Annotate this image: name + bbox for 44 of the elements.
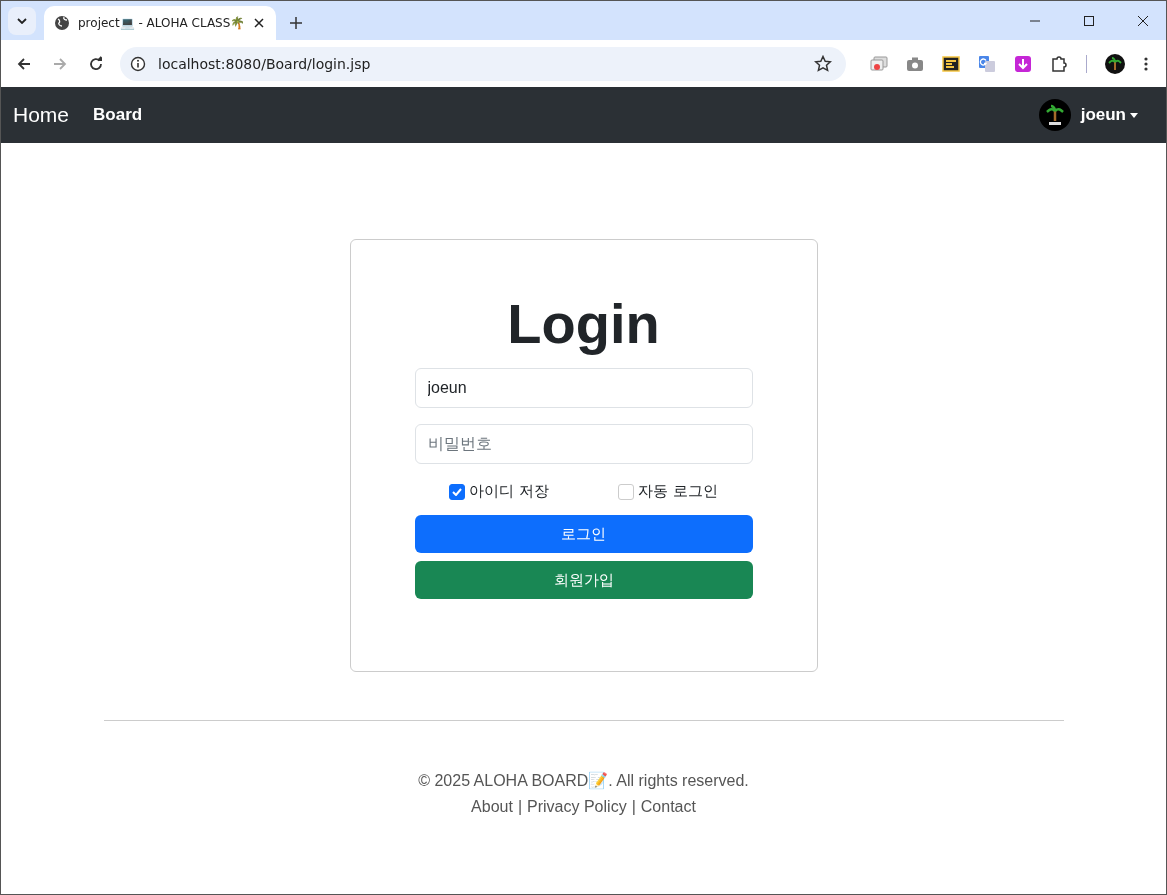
footer-link[interactable]: Contact bbox=[640, 798, 696, 816]
tab-search-button[interactable] bbox=[8, 7, 36, 35]
camera-icon[interactable] bbox=[906, 55, 924, 72]
copyright-text: © 2025 ALOHA BOARD📝. All rights reserved. bbox=[418, 771, 749, 790]
nav-link[interactable]: Board bbox=[93, 105, 143, 125]
address-bar[interactable]: localhost:8080/Board/login.jsp bbox=[120, 46, 846, 81]
info-icon[interactable] bbox=[130, 55, 146, 72]
tab-title: project💻 - ALOHA CLASS🌴 bbox=[78, 16, 246, 30]
maximize-icon[interactable] bbox=[1083, 15, 1095, 27]
footer-link[interactable]: About bbox=[471, 798, 513, 816]
notes-icon[interactable] bbox=[942, 55, 960, 72]
checkbox-label: 아이디 저장 bbox=[469, 482, 549, 501]
login-button[interactable]: 로그인 bbox=[414, 515, 753, 553]
new-tab-icon[interactable] bbox=[290, 17, 302, 29]
browser-tab[interactable]: project💻 - ALOHA CLASS🌴 bbox=[44, 6, 276, 40]
checkbox[interactable] bbox=[618, 483, 635, 500]
checkbox-label: 자동 로그인 bbox=[638, 482, 718, 501]
home-link[interactable]: Home bbox=[13, 103, 70, 127]
url-text: localhost:8080/Board/login.jsp bbox=[158, 55, 371, 72]
signup-button[interactable]: 회원가입 bbox=[414, 561, 753, 599]
username-field[interactable]: joeun bbox=[414, 368, 753, 408]
download-icon[interactable] bbox=[1014, 54, 1032, 73]
checkbox[interactable] bbox=[449, 483, 466, 500]
globe-icon bbox=[54, 15, 70, 31]
caret-icon bbox=[1130, 112, 1138, 118]
login-title: Login bbox=[506, 291, 661, 357]
reload-icon[interactable] bbox=[88, 55, 104, 72]
user-avatar-icon bbox=[1038, 99, 1071, 131]
chevron-down-icon bbox=[17, 18, 27, 24]
close-icon[interactable] bbox=[254, 18, 264, 28]
footer-link[interactable]: Privacy Policy bbox=[527, 798, 627, 816]
star-icon[interactable] bbox=[814, 54, 832, 73]
cast-icon[interactable] bbox=[870, 55, 888, 72]
menu-icon[interactable] bbox=[1143, 55, 1149, 72]
checkmark-icon bbox=[452, 487, 463, 496]
translate-icon[interactable] bbox=[978, 54, 996, 73]
separator-text: | bbox=[631, 798, 636, 816]
separator-text: | bbox=[517, 798, 523, 816]
back-icon[interactable] bbox=[16, 55, 32, 72]
user-dropdown[interactable]: joeun bbox=[1080, 105, 1138, 125]
password-field[interactable]: 비밀번호 bbox=[414, 424, 753, 464]
puzzle-icon[interactable] bbox=[1050, 54, 1068, 73]
profile-avatar-icon[interactable] bbox=[1105, 53, 1125, 74]
close-icon[interactable] bbox=[1137, 15, 1149, 27]
